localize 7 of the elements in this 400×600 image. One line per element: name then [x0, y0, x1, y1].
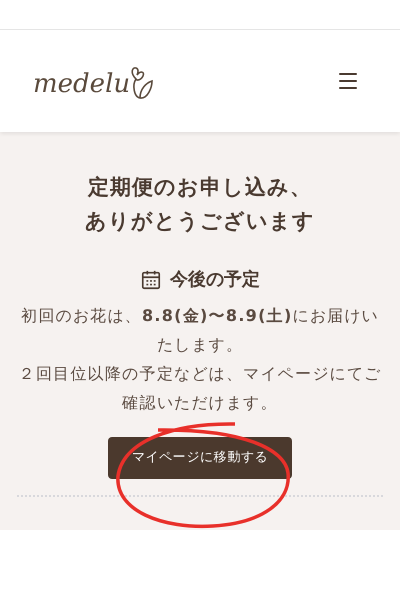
calendar-icon — [140, 268, 162, 290]
thank-you-title: 定期便のお申し込み、 ありがとうございます — [84, 174, 316, 235]
schedule-heading: 今後の予定 — [170, 268, 260, 292]
schedule-text: 初回のお花は、8.8(金)〜8.9(土)にお届けいたします。 — [20, 305, 380, 356]
my-page-button[interactable]: マイページに移動する — [108, 437, 292, 479]
logo[interactable]: medelu — [33, 71, 130, 97]
schedule-text: ２回目位以降の予定などは、マイページにてご確認いただけます。 — [18, 363, 382, 414]
